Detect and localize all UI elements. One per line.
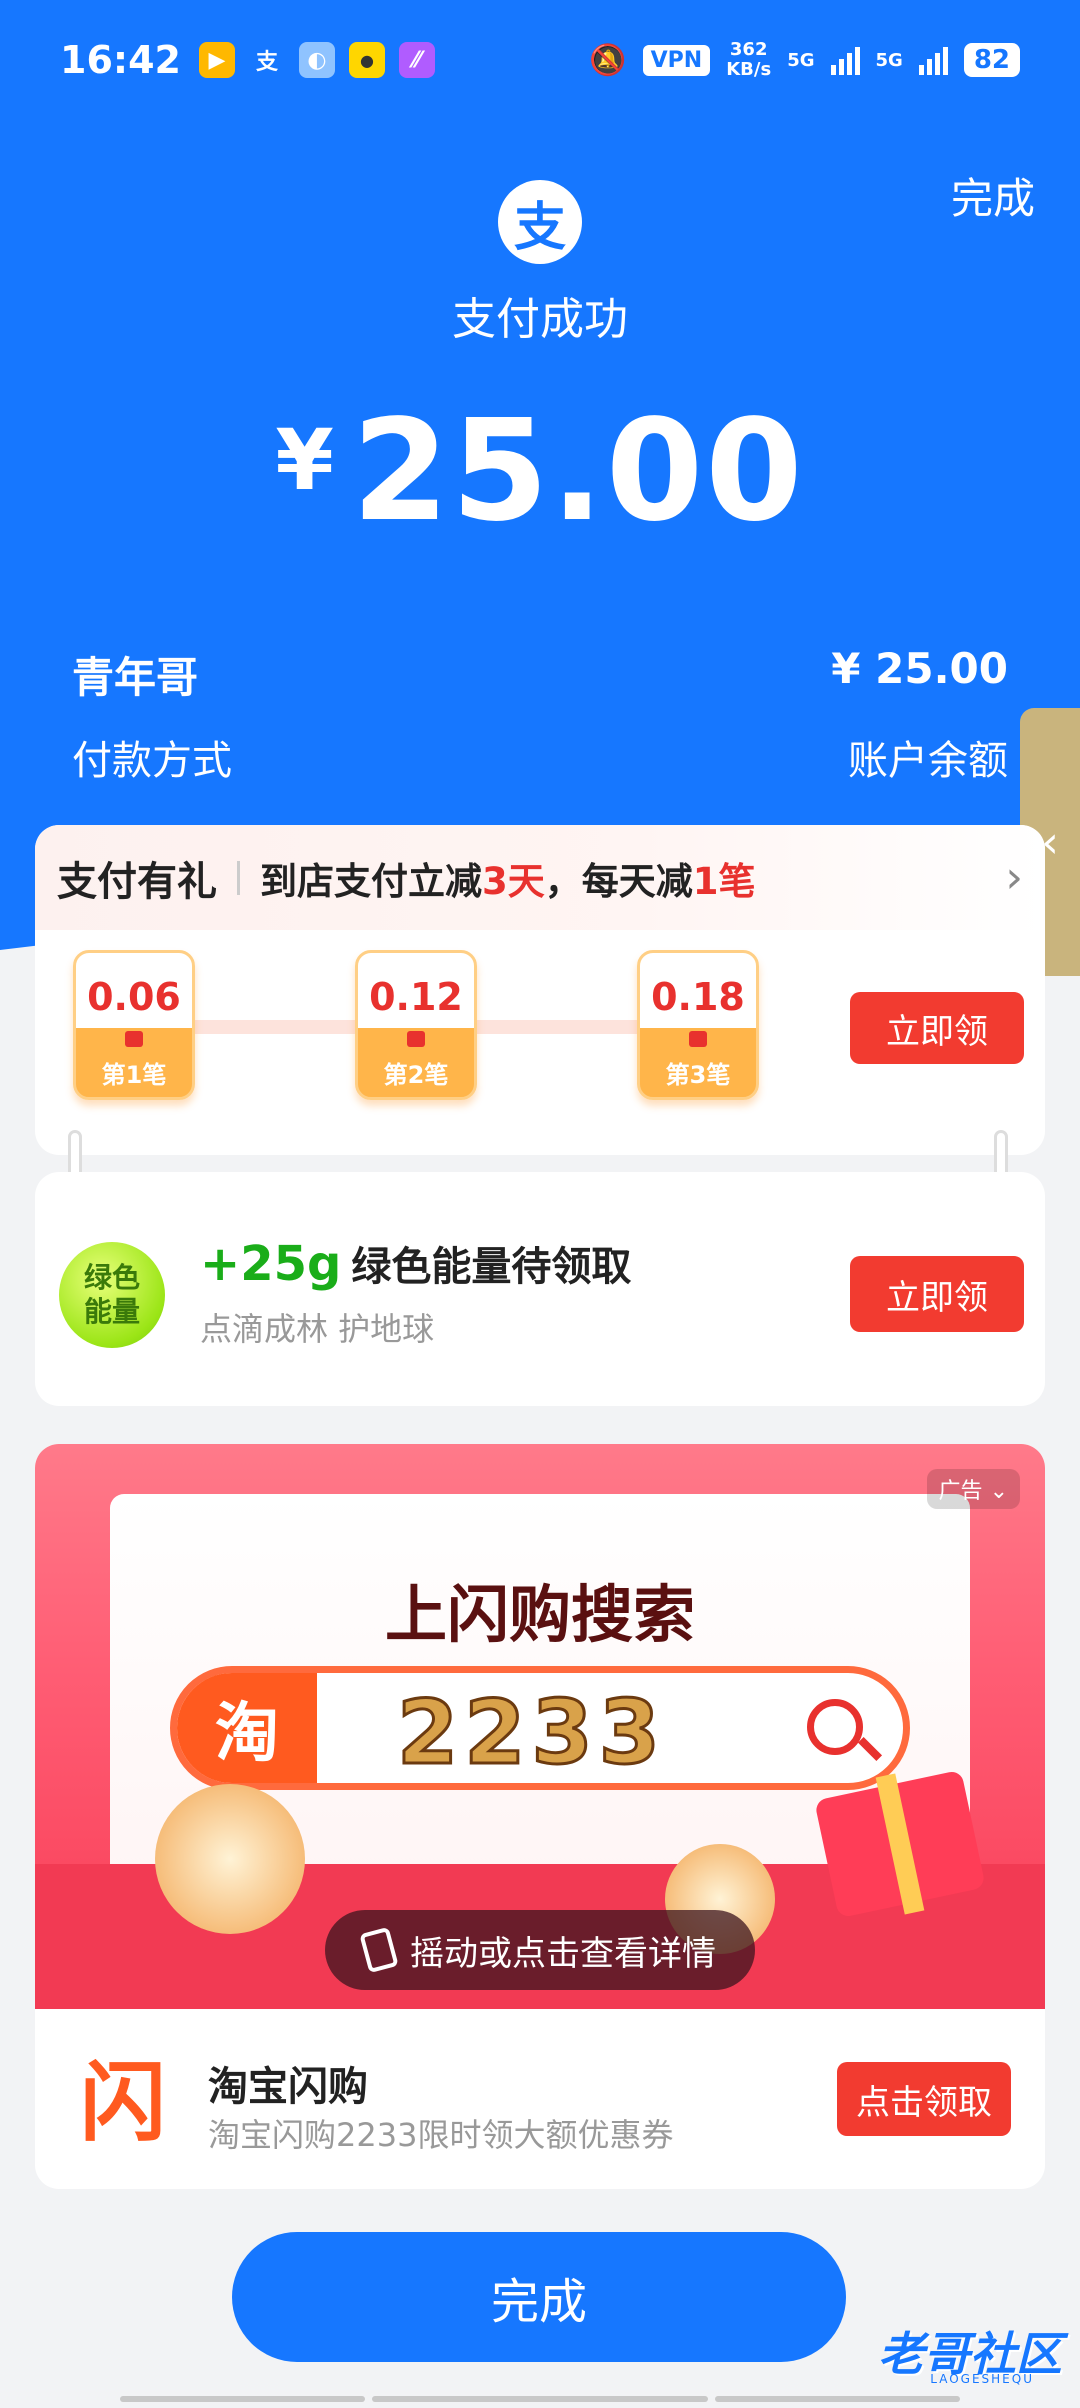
chevron-right-icon: › [1005, 852, 1023, 903]
amount-value: 25.00 [351, 390, 805, 553]
payment-method-label: 付款方式 [72, 738, 232, 784]
currency-symbol: ¥ [275, 411, 334, 509]
lock-icon [689, 1031, 707, 1047]
done-link-top[interactable]: 完成 [951, 165, 1035, 226]
battery-indicator: 82 [963, 43, 1020, 77]
coupon-2: 0.12 第2笔 [355, 950, 477, 1100]
gift-title: 支付有礼 [57, 858, 217, 905]
signal-icon-2 [918, 45, 948, 75]
claim-energy-button[interactable]: 立即领 [850, 1256, 1024, 1332]
energy-title: +25g 绿色能量待领取 [200, 1236, 632, 1292]
status-bar: 16:42 ▶ 支 ◐ ● ⁄⁄ 🔕 VPN 362 KB/s 5G 5G 82 [0, 0, 1080, 120]
ad-description: 淘宝闪购2233限时领大额优惠券 [208, 2116, 674, 2154]
alipay-icon: 支 [255, 50, 278, 75]
ad-card: 广告 ⌄ 上闪购搜索 淘 2233 摇动或点击查看详情 闪 淘宝闪购 淘宝闪购2… [35, 1444, 1045, 2189]
network-speed: 362 KB/s [726, 39, 772, 80]
signal-icon-1 [830, 45, 860, 75]
payment-method-value: 账户余额 [848, 738, 1008, 784]
energy-amount: +25g [200, 1236, 342, 1292]
ad-search-box: 淘 2233 [170, 1666, 910, 1790]
payee-amount: ¥ 25.00 [831, 644, 1008, 693]
payee-name: 青年哥 [72, 653, 199, 702]
divider [237, 860, 240, 895]
payment-gift-card: 支付有礼 到店支付立减3天，每天减1笔 › 0.06 第1笔 0.12 第2笔 … [35, 825, 1045, 1155]
nav-bar-segment [715, 2396, 960, 2402]
ad-tag[interactable]: 广告 ⌄ [926, 1469, 1020, 1509]
claim-gift-button[interactable]: 立即领 [850, 992, 1024, 1064]
ad-banner[interactable]: 广告 ⌄ 上闪购搜索 淘 2233 摇动或点击查看详情 [35, 1444, 1045, 2009]
alipay-logo-icon: 支 [498, 180, 582, 264]
app-icon-4: ● [348, 42, 385, 78]
green-energy-icon: 绿色能量 [59, 1242, 165, 1348]
app-icon-1: ▶ [198, 42, 235, 78]
ad-claim-button[interactable]: 点击领取 [837, 2062, 1011, 2136]
coupon-1: 0.06 第1笔 [73, 950, 195, 1100]
app-icon-5: ⁄⁄ [398, 42, 435, 78]
gift-subtitle: 到店支付立减3天，每天减1笔 [260, 859, 756, 903]
mute-bell-icon: 🔕 [589, 42, 627, 78]
vpn-badge: VPN [642, 44, 711, 76]
shake-hint[interactable]: 摇动或点击查看详情 [325, 1910, 755, 1990]
home-indicator[interactable] [372, 2396, 708, 2402]
ad-headline: 上闪购搜索 [384, 1578, 695, 1651]
nav-bar-segment [120, 2396, 365, 2402]
coin-decor [155, 1784, 305, 1934]
network-type-1: 5G [787, 49, 815, 71]
gift-header[interactable]: 支付有礼 到店支付立减3天，每天减1笔 › [35, 825, 1045, 930]
ad-search-code: 2233 [396, 1680, 666, 1784]
search-icon [807, 1699, 863, 1755]
status-indicators: 🔕 VPN 362 KB/s 5G 5G 82 [589, 40, 1020, 80]
taobao-icon: 淘 [177, 1673, 317, 1783]
ad-brand-name: 淘宝闪购 [208, 2064, 368, 2110]
lock-icon [125, 1031, 143, 1047]
status-time: 16:42 [60, 38, 181, 82]
lock-icon [407, 1031, 425, 1047]
done-button[interactable]: 完成 [232, 2232, 846, 2362]
payee-row: 青年哥 ¥ 25.00 [72, 644, 1008, 705]
payment-method-row: 付款方式 账户余额 [72, 728, 1008, 786]
green-energy-card: 绿色能量 +25g 绿色能量待领取 点滴成林 护地球 立即领 [35, 1172, 1045, 1406]
watermark-sub: LAOGESHEQU [930, 2372, 1034, 2386]
coupon-3: 0.18 第3笔 [637, 950, 759, 1100]
taobao-flash-logo-icon: 闪 [80, 2052, 166, 2153]
app-icon-3: ◐ [298, 42, 335, 78]
payment-amount: ¥25.00 [0, 390, 1080, 553]
network-type-2: 5G [875, 49, 903, 71]
phone-shake-icon [359, 1926, 399, 1974]
chevron-down-icon: ⌄ [989, 1479, 1008, 1504]
energy-subtitle: 点滴成林 护地球 [200, 1310, 435, 1348]
payment-success-title: 支付成功 [452, 294, 628, 345]
